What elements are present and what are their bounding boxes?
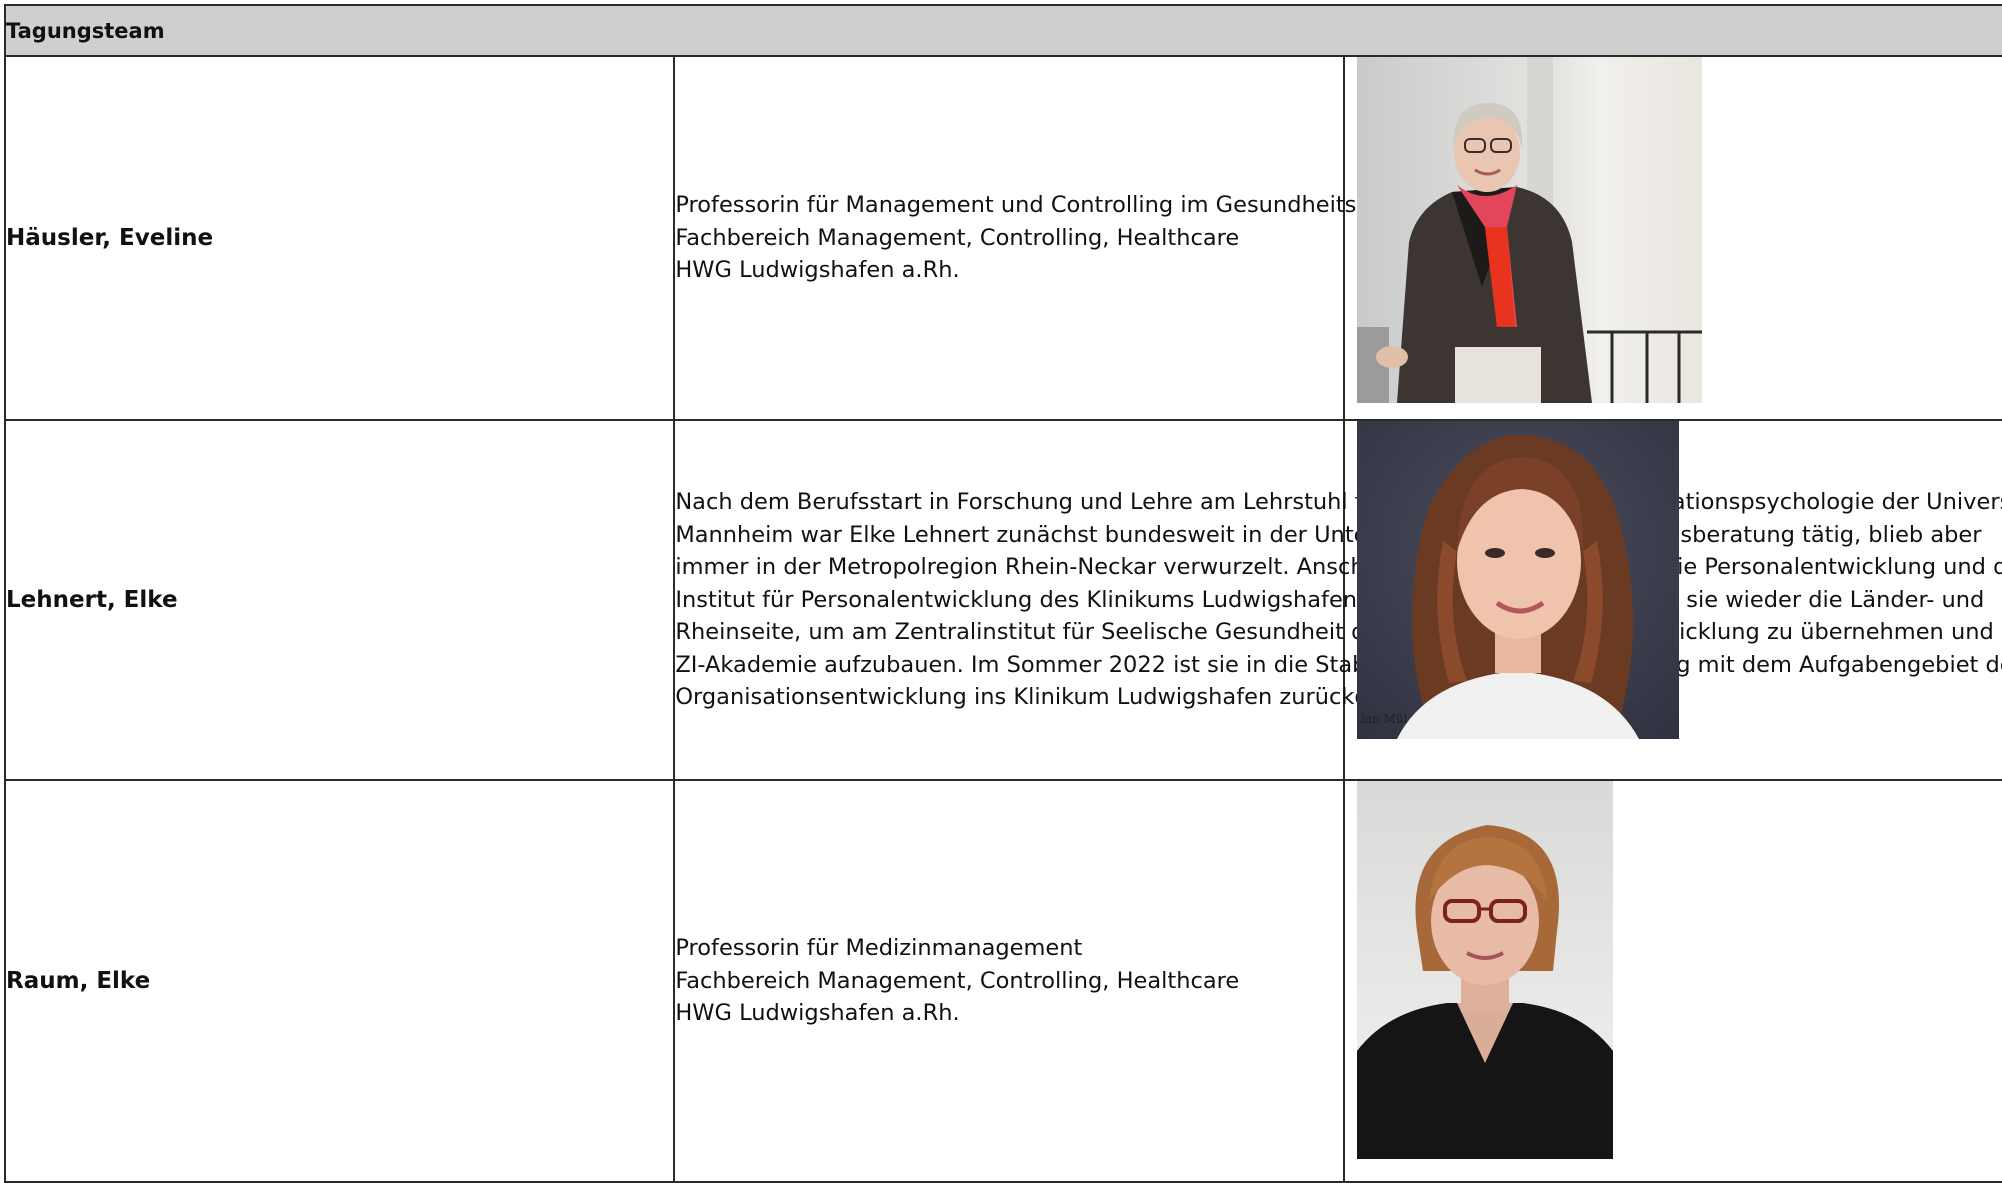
photo-cell: lan Mül	[1342, 419, 2002, 781]
description-line: Organisationsentwicklung ins Klinikum Lu…	[675, 684, 1441, 711]
tagungsteam-table: Tagungsteam Häusler, Eveline Professorin…	[3, 4, 2002, 1183]
table-row: Raum, Elke Professorin für Medizinmanage…	[3, 779, 2002, 1183]
member-name: Raum, Elke	[3, 779, 676, 1183]
description-line: immer in der Metropolregion Rhein-Neckar…	[675, 554, 2002, 581]
description-line: Fachbereich Management, Controlling, Hea…	[675, 967, 1240, 994]
description-line: Professorin für Medizinmanagement	[675, 935, 1083, 962]
table-row: Häusler, Eveline Professorin für Managem…	[3, 55, 2002, 421]
description-line: Nach dem Berufsstart in Forschung und Le…	[675, 489, 2002, 516]
description-line: Mannheim war Elke Lehnert zunächst bunde…	[675, 521, 1982, 548]
member-description: Professorin für Management und Controlli…	[673, 55, 1440, 421]
portrait-photo: lan Mül	[1356, 421, 1679, 739]
svg-text:lan Mül: lan Mül	[1361, 712, 1408, 726]
photo-cell	[1342, 779, 2002, 1183]
description-line: Fachbereich Management, Controlling, Hea…	[675, 224, 1240, 251]
description-line: ZI-Akademie aufzubauen. Im Sommer 2022 i…	[675, 651, 2002, 678]
member-description: Nach dem Berufsstart in Forschung und Le…	[673, 419, 2002, 781]
member-description: Professorin für Medizinmanagement Fachbe…	[673, 779, 1345, 1183]
description-line: HWG Ludwigshafen a.Rh.	[675, 257, 960, 284]
description-line: Rheinseite, um am Zentralinstitut für Se…	[675, 619, 2002, 646]
member-name: Lehnert, Elke	[3, 419, 676, 781]
table-row: Lehnert, Elke Nach dem Berufsstart in Fo…	[3, 419, 2002, 781]
table-heading: Tagungsteam	[4, 4, 2002, 57]
description-line: Professorin für Management und Controlli…	[675, 192, 1440, 219]
photo-cell	[1342, 55, 2002, 421]
portrait-photo	[1356, 57, 1702, 403]
description-line: HWG Ludwigshafen a.Rh.	[675, 1000, 960, 1027]
description-line: Institut für Personalentwicklung des Kli…	[675, 586, 1985, 613]
portrait-photo	[1356, 781, 1613, 1159]
member-name: Häusler, Eveline	[3, 55, 676, 421]
